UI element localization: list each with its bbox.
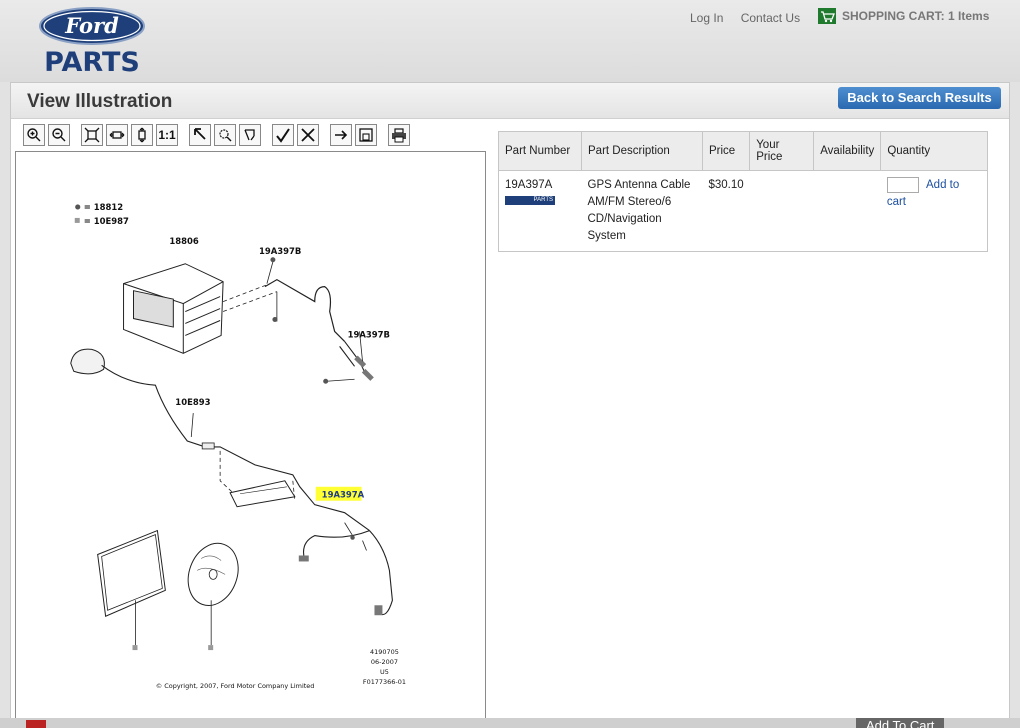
back-to-search-button[interactable]: Back to Search Results bbox=[838, 87, 1001, 109]
add-to-cart-footer-button[interactable]: Add To Cart bbox=[856, 718, 945, 728]
contact-link[interactable]: Contact Us bbox=[741, 11, 800, 25]
clear-icon[interactable] bbox=[297, 124, 319, 146]
cart-label: SHOPPING CART: 1 Items bbox=[842, 9, 990, 23]
parts-illustration[interactable]: = 18812 = 10E987 18806 19A397B 19A397B 1… bbox=[15, 151, 486, 719]
ref-date: 06-2007 bbox=[371, 658, 398, 666]
col-quantity[interactable]: Quantity bbox=[880, 131, 988, 171]
col-part-description[interactable]: Part Description bbox=[581, 131, 703, 171]
table-header-row: Part Number Part Description Price Your … bbox=[498, 131, 988, 171]
svg-text:Ford: Ford bbox=[64, 13, 119, 38]
cell-price: $30.10 bbox=[702, 170, 750, 252]
zoom-in-icon[interactable] bbox=[23, 124, 45, 146]
select-arrow-icon[interactable] bbox=[189, 124, 211, 146]
genuine-parts-badge: PARTS bbox=[505, 196, 555, 205]
fit-icon[interactable] bbox=[81, 124, 103, 146]
window-icon[interactable] bbox=[355, 124, 377, 146]
page-title: View Illustration bbox=[27, 91, 173, 112]
fit-height-icon[interactable] bbox=[131, 124, 153, 146]
svg-text:PARTS: PARTS bbox=[44, 47, 140, 76]
col-availability[interactable]: Availability bbox=[813, 131, 882, 171]
cell-your-price bbox=[749, 170, 814, 252]
fit-width-icon[interactable] bbox=[106, 124, 128, 146]
label-18806: 18806 bbox=[169, 236, 199, 246]
label-19a397b-lower: 19A397B bbox=[348, 329, 390, 339]
part-number-link[interactable]: 19A397A bbox=[505, 179, 552, 191]
cell-part-description: GPS Antenna Cable AM/FM Stereo/6 CD/Navi… bbox=[581, 170, 703, 252]
ref-code: U5 bbox=[380, 668, 389, 676]
legend-dot-label: = 18812 bbox=[84, 202, 124, 212]
illustration-drawing: = 18812 = 10E987 18806 19A397B 19A397B 1… bbox=[70, 202, 406, 690]
label-19a397b-upper: 19A397B bbox=[259, 246, 301, 256]
zoom-out-icon[interactable] bbox=[48, 124, 70, 146]
parts-table: Part Number Part Description Price Your … bbox=[498, 131, 988, 252]
ref-number: 4190705 bbox=[370, 648, 399, 656]
label-10e893: 10E893 bbox=[175, 397, 210, 407]
arrow-icon[interactable] bbox=[330, 124, 352, 146]
ref-figure-id: F0177366-01 bbox=[363, 678, 406, 686]
cell-part-number: 19A397A PARTS bbox=[498, 170, 582, 252]
copyright-text: © Copyright, 2007, Ford Motor Company Li… bbox=[156, 682, 315, 690]
site-header: Ford PARTS Log In Contact Us SHOPPING CA… bbox=[0, 0, 1020, 82]
top-links: Log In Contact Us bbox=[690, 11, 814, 25]
zoom-box-icon[interactable] bbox=[214, 124, 236, 146]
table-row: 19A397A PARTS GPS Antenna Cable AM/FM St… bbox=[498, 170, 988, 252]
print-icon[interactable] bbox=[388, 124, 410, 146]
shopping-cart-link[interactable]: SHOPPING CART: 1 Items bbox=[818, 8, 989, 24]
quantity-input[interactable] bbox=[886, 177, 919, 193]
col-price[interactable]: Price bbox=[701, 131, 751, 171]
illustration-toolbar: 1:1 bbox=[23, 122, 413, 148]
pan-icon[interactable] bbox=[239, 124, 261, 146]
cell-availability bbox=[813, 170, 881, 252]
actual-size-button[interactable]: 1:1 bbox=[156, 124, 178, 146]
illustration-panel: View Illustration Back to Search Results… bbox=[10, 82, 1010, 728]
col-part-number[interactable]: Part Number bbox=[498, 131, 582, 171]
red-marker bbox=[26, 720, 46, 728]
col-your-price[interactable]: Your Price bbox=[749, 131, 815, 171]
cart-icon bbox=[818, 8, 836, 24]
title-bar: View Illustration Back to Search Results bbox=[11, 83, 1009, 119]
legend-square-label: = 10E987 bbox=[84, 216, 129, 226]
bottom-strip: Add To Cart bbox=[0, 718, 1020, 728]
login-link[interactable]: Log In bbox=[690, 11, 723, 25]
ford-parts-logo[interactable]: Ford PARTS bbox=[22, 6, 162, 78]
check-icon[interactable] bbox=[272, 124, 294, 146]
cell-quantity: Add to cart bbox=[880, 170, 988, 252]
label-19a397a-highlighted[interactable]: 19A397A bbox=[322, 490, 365, 500]
